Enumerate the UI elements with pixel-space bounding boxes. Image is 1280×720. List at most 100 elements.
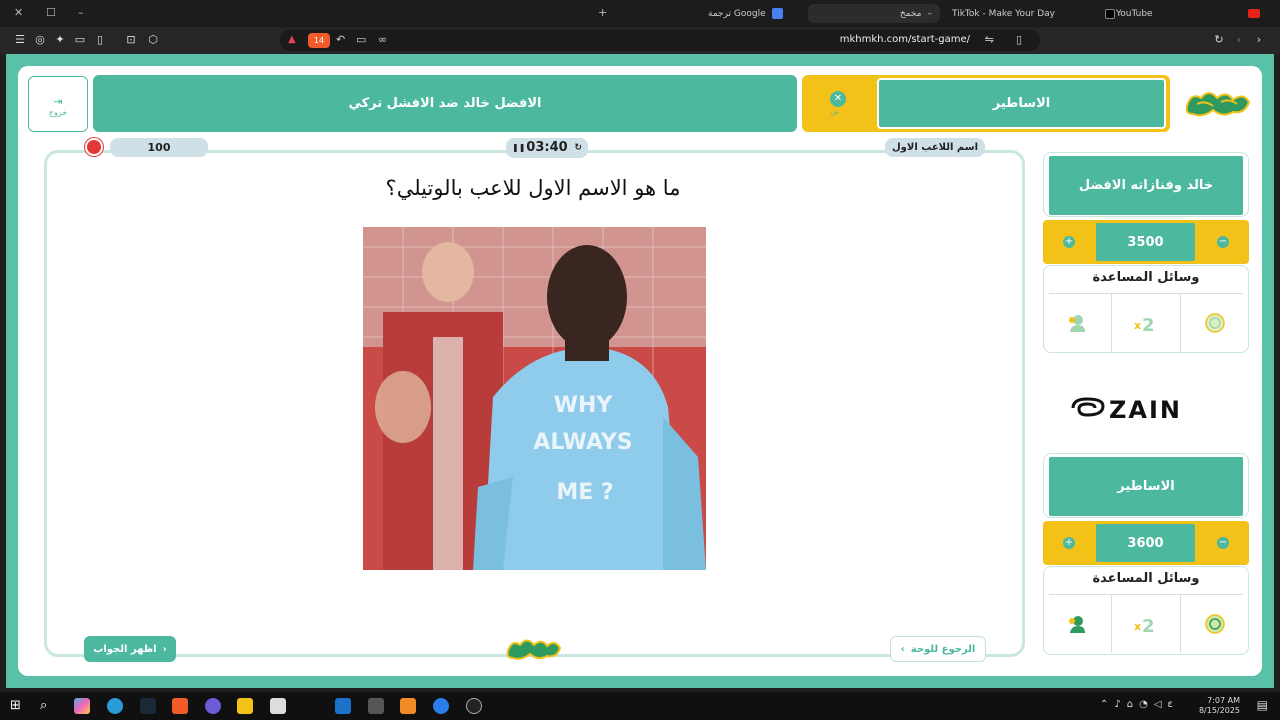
team2-help-title: وسائل المساعدة <box>1092 571 1200 586</box>
current-team-name: الاساطير <box>877 78 1166 129</box>
app-a-icon[interactable] <box>400 698 416 714</box>
address-bar[interactable]: ▲ 14 ↶ ▭ ∞ mkhmkh.com/start-game/ ⇋ ▯ <box>280 30 1040 51</box>
current-team-indicator: ✕ ش الاساطير <box>802 75 1170 132</box>
edge-icon[interactable] <box>107 698 123 714</box>
mkhmkh-bottom-logo <box>506 639 562 660</box>
tab-tiktok[interactable]: TikTok - Make Your Day <box>944 4 1123 23</box>
svg-text:ZAIN: ZAIN <box>1109 396 1182 423</box>
bookmark-icon[interactable]: ▯ <box>1016 33 1022 46</box>
reader-icon[interactable]: ∞ <box>378 33 387 46</box>
back-to-board-button[interactable]: ‹ الرجوع للوحة <box>890 636 986 662</box>
window-close-icon[interactable]: ✕ <box>14 6 23 19</box>
question-points: 100 <box>110 138 208 157</box>
windows-start-icon[interactable]: ⊞ <box>10 698 26 714</box>
chevron-left-icon: ‹ <box>900 643 905 655</box>
team2-call-friend-button[interactable] <box>1043 595 1111 653</box>
wallet-icon[interactable]: ⬡ <box>146 33 160 47</box>
tab-google-translate[interactable]: ترجمة Google ✕ <box>700 4 822 23</box>
tab-mkhmkh[interactable]: مخمخ – <box>808 4 940 23</box>
browser-toolbar: ☰ ◎ ✦ ▭ ▯ ⊡ ⬡ ▲ 14 ↶ ▭ ∞ mkhmkh.com/star… <box>0 27 1280 54</box>
brave-shield-badge[interactable]: 14 <box>308 33 330 48</box>
skip-question-icon <box>1205 313 1225 333</box>
chevron-right-icon: › <box>162 643 167 655</box>
store-icon[interactable] <box>270 698 286 714</box>
rewards-icon[interactable]: ▲ <box>288 34 296 45</box>
player-photo: WHY ALWAYS ME ? <box>363 227 706 570</box>
new-tab-icon[interactable]: + <box>598 6 607 19</box>
team2-skip-question-button[interactable] <box>1180 595 1249 653</box>
report-flag-icon[interactable] <box>85 138 103 156</box>
team1-decrease-icon[interactable]: − <box>1217 236 1229 248</box>
notifications-icon[interactable]: ▤ <box>1257 698 1268 712</box>
double-points-icon: x2 <box>1134 616 1155 634</box>
file-explorer-icon[interactable] <box>237 698 253 714</box>
timer: ❚❚ 03:40 ↻ <box>506 138 588 158</box>
google-translate-icon <box>771 8 783 19</box>
exit-icon: ⇥ <box>53 95 63 108</box>
team1-help-title: وسائل المساعدة <box>1092 270 1200 285</box>
extensions-icon[interactable]: ✦ <box>53 33 67 47</box>
shield-icon[interactable]: ◎ <box>33 33 47 47</box>
youtube-icon <box>1248 9 1260 18</box>
reveal-answer-button[interactable]: اظهر الجواب › <box>84 636 176 662</box>
url-text: mkhmkh.com/start-game/ <box>839 34 970 45</box>
team1-score-row: + 3500 − <box>1043 220 1249 264</box>
sidebar-icon[interactable]: ▯ <box>93 33 107 47</box>
app-b-icon[interactable] <box>433 698 449 714</box>
obs-icon[interactable] <box>466 698 482 714</box>
site-settings-icon[interactable]: ⇋ <box>985 33 994 46</box>
system-tray-icons[interactable]: ⌃♪⌂◔◁ε <box>1100 699 1179 710</box>
svg-text:x: x <box>1134 620 1141 633</box>
team1-help-tools: x2 <box>1043 294 1249 352</box>
category-title-bar: الافضل خالد ضد الافشل تركي <box>93 75 797 132</box>
outlook-icon[interactable] <box>335 698 351 714</box>
steam-icon[interactable] <box>140 698 156 714</box>
svg-text:x: x <box>1134 319 1141 332</box>
skip-question-icon <box>1205 614 1225 634</box>
screenshot-icon[interactable]: ⊡ <box>124 33 138 47</box>
browser-tab-bar: ✕ ☐ – + ترجمة Google ✕ مخمخ – TikTok - M… <box>0 0 1280 27</box>
zain-sponsor-logo: ZAIN <box>1071 396 1182 423</box>
pause-icon[interactable]: ❚❚ <box>512 138 525 158</box>
tab-mute-icon[interactable]: – <box>928 9 933 19</box>
copilot-icon[interactable] <box>74 698 90 714</box>
turn-icon: ✕ <box>830 91 846 107</box>
back-icon[interactable]: › <box>1252 33 1266 47</box>
exit-button[interactable]: ⇥ خروج <box>28 76 88 132</box>
game-stage: ⇥ خروج الافضل خالد ضد الافشل تركي ✕ ش ال… <box>6 54 1274 688</box>
double-points-icon: x2 <box>1134 315 1155 333</box>
team1-skip-question-button[interactable] <box>1180 294 1249 352</box>
question-text: ما هو الاسم الاول للاعب بالوتيلي؟ <box>385 176 681 200</box>
brave-icon[interactable] <box>172 698 188 714</box>
clock[interactable]: 7:07 AM 8/15/2025 <box>1199 696 1240 716</box>
forward-icon[interactable]: ‹ <box>1232 33 1246 47</box>
team2-decrease-icon[interactable]: − <box>1217 537 1229 549</box>
call-friend-icon <box>1069 616 1085 633</box>
window-maximize-icon[interactable]: ☐ <box>46 6 56 19</box>
back-arrow-icon[interactable]: ↶ <box>336 33 345 46</box>
search-icon[interactable]: ⌕ <box>40 698 56 714</box>
team2-increase-icon[interactable]: + <box>1063 537 1075 549</box>
question-category-tag: اسم اللاعب الاول <box>885 138 985 157</box>
team1-double-points-button[interactable]: x2 <box>1111 294 1180 352</box>
reset-timer-icon[interactable]: ↻ <box>574 138 582 158</box>
cast-icon[interactable]: ▭ <box>356 33 366 46</box>
settings-icon[interactable] <box>368 698 384 714</box>
team1-increase-icon[interactable]: + <box>1063 236 1075 248</box>
window-minimize-icon[interactable]: – <box>78 6 84 19</box>
svg-text:2: 2 <box>1142 616 1155 634</box>
tab-youtube[interactable]: YouTube <box>1108 4 1268 23</box>
menu-icon[interactable]: ☰ <box>13 33 27 47</box>
team1-call-friend-button[interactable] <box>1043 294 1111 352</box>
tabs-icon[interactable]: ▭ <box>73 33 87 47</box>
team2-double-points-button[interactable]: x2 <box>1111 595 1180 653</box>
call-friend-icon <box>1069 315 1085 332</box>
team2-score: 3600 <box>1096 524 1195 562</box>
team2-help-tools: x2 <box>1043 595 1249 653</box>
svg-text:2: 2 <box>1142 315 1155 333</box>
shirt-text-line3: ME ? <box>556 480 613 505</box>
reload-icon[interactable]: ↻ <box>1212 33 1226 47</box>
shirt-text-line1: WHY <box>554 393 614 418</box>
team2-name: الاساطير <box>1049 457 1243 516</box>
chat-app-icon[interactable] <box>205 698 221 714</box>
